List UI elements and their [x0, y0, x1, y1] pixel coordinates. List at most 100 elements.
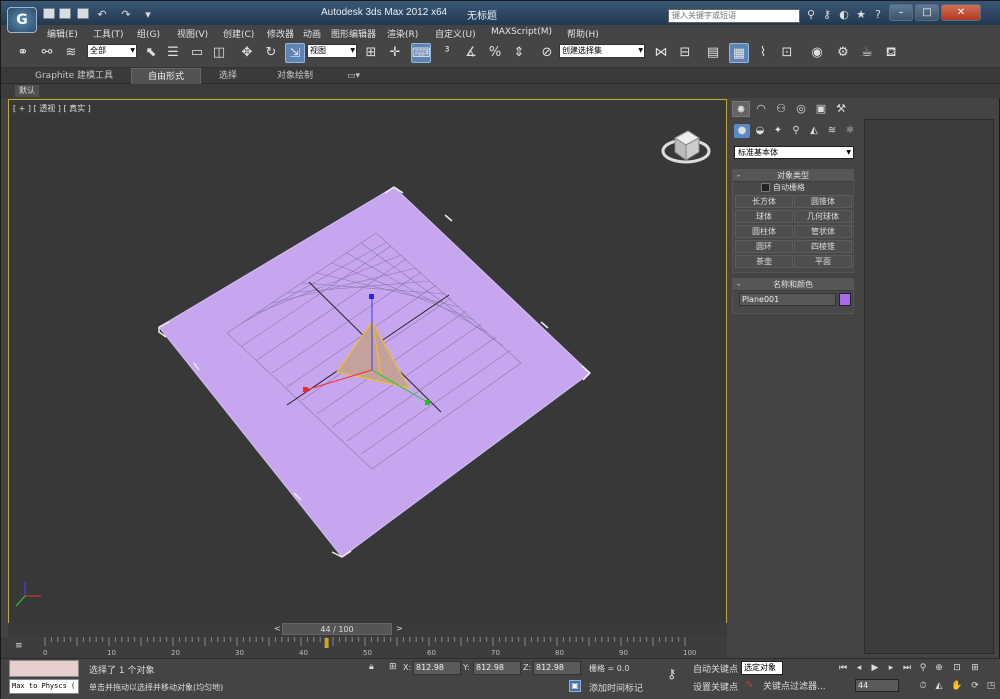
menu-view[interactable]: 视图(V): [177, 27, 208, 40]
zoom-all-icon[interactable]: ⊕: [933, 662, 945, 674]
angle-snap-icon[interactable]: ∡: [461, 43, 481, 63]
spinner-snap-icon[interactable]: ⇕: [509, 43, 529, 63]
go-to-end-icon[interactable]: ⏭: [901, 662, 913, 674]
maxscript-mini-listener[interactable]: Max to Physcs (: [9, 679, 79, 694]
maxscript-listener[interactable]: [9, 660, 79, 677]
select-object-icon[interactable]: ⬉: [141, 43, 161, 63]
schematic-view-icon[interactable]: ⊡: [777, 43, 797, 63]
zoom-extents-all-icon[interactable]: ⊞: [969, 662, 981, 674]
maximize-button[interactable]: □: [915, 4, 939, 21]
keyboard-shortcut-override-icon[interactable]: ⌨: [411, 43, 431, 63]
menu-customize[interactable]: 自定义(U): [435, 27, 476, 40]
viewcube-icon[interactable]: [661, 118, 711, 168]
geosphere-button[interactable]: 几何球体: [794, 210, 852, 223]
quick-access-menu-icon[interactable]: ▾: [141, 8, 155, 22]
sphere-button[interactable]: 球体: [735, 210, 793, 223]
lock-selection-icon[interactable]: 🔒︎: [369, 662, 374, 672]
torus-button[interactable]: 圆环: [735, 240, 793, 253]
go-to-start-icon[interactable]: ⏮: [837, 662, 849, 674]
binoculars-icon[interactable]: ⚲: [804, 8, 818, 22]
display-tab-icon[interactable]: ▣: [812, 101, 830, 117]
object-name-field[interactable]: Plane001: [739, 293, 836, 306]
name-color-header[interactable]: - 名称和颜色: [733, 279, 853, 291]
unlink-icon[interactable]: ⚯: [37, 43, 57, 63]
snaps-toggle-icon[interactable]: ³: [437, 43, 457, 63]
time-tag-icon[interactable]: ▣: [569, 680, 581, 692]
pivot-center-icon[interactable]: ⊞: [361, 43, 381, 63]
percent-snap-icon[interactable]: %: [485, 43, 505, 63]
set-key-icon[interactable]: ⚷: [667, 667, 677, 682]
redo-icon[interactable]: ↷: [119, 8, 133, 22]
subscription-icon[interactable]: ◐: [837, 8, 851, 22]
select-by-name-icon[interactable]: ☰: [163, 43, 183, 63]
utilities-tab-icon[interactable]: ⚒: [832, 101, 850, 117]
set-key-button[interactable]: 设置关键点: [693, 680, 738, 693]
lights-icon[interactable]: ✦: [770, 124, 786, 138]
app-logo-icon[interactable]: G: [7, 7, 37, 33]
menu-help[interactable]: 帮助(H): [567, 27, 599, 40]
add-time-tag[interactable]: 添加时间标记: [589, 681, 643, 694]
undo-icon[interactable]: ↶: [95, 8, 109, 22]
search-input[interactable]: 键入关键字或短语: [668, 9, 800, 23]
autogrid-checkbox[interactable]: [761, 183, 770, 192]
menu-graph-editors[interactable]: 图形编辑器: [331, 27, 376, 40]
time-slider[interactable]: 44 / 100: [282, 623, 392, 635]
render-setup-icon[interactable]: ⚙: [833, 43, 853, 63]
curve-editor-icon[interactable]: ⌇: [753, 43, 773, 63]
object-type-header[interactable]: - 对象类型: [733, 170, 853, 182]
key-filter-icon[interactable]: ∿: [745, 679, 753, 690]
menu-edit[interactable]: 编辑(E): [47, 27, 78, 40]
perspective-viewport[interactable]: [ + ] [ 透视 ] [ 真实 ]: [8, 99, 727, 626]
align-icon[interactable]: ⊟: [675, 43, 695, 63]
key-selection-dropdown[interactable]: 选定对象: [741, 661, 783, 675]
mirror-icon[interactable]: ⋈: [651, 43, 671, 63]
reference-coordinate-dropdown[interactable]: 视图: [307, 44, 357, 58]
play-icon[interactable]: ▶: [869, 662, 881, 674]
key-icon[interactable]: ⚷: [820, 8, 834, 22]
geometry-icon[interactable]: ●: [734, 124, 750, 138]
time-config-icon[interactable]: ⏱: [917, 680, 929, 692]
rectangular-selection-icon[interactable]: ▭: [187, 43, 207, 63]
x-coordinate-field[interactable]: 812.98: [413, 661, 461, 675]
favorites-star-icon[interactable]: ★: [854, 8, 868, 22]
select-rotate-icon[interactable]: ↻: [261, 43, 281, 63]
maximize-viewport-icon[interactable]: ◳: [985, 680, 997, 692]
menu-animation[interactable]: 动画: [303, 27, 321, 40]
spacewarps-icon[interactable]: ≋: [824, 124, 840, 138]
manipulate-icon[interactable]: ✛: [385, 43, 405, 63]
bind-spacewarp-icon[interactable]: ≋: [61, 43, 81, 63]
tab-graphite[interactable]: Graphite 建模工具: [29, 68, 119, 84]
menu-modifiers[interactable]: 修改器: [267, 27, 294, 40]
ribbon-options-icon[interactable]: ▭▾: [341, 68, 366, 84]
viewport-label[interactable]: [ + ] [ 透视 ] [ 真实 ]: [13, 103, 91, 114]
select-scale-icon[interactable]: ⇲: [285, 43, 305, 63]
cylinder-button[interactable]: 圆柱体: [735, 225, 793, 238]
box-button[interactable]: 长方体: [735, 195, 793, 208]
zoom-icon[interactable]: ⚲: [917, 662, 929, 674]
edit-named-selection-icon[interactable]: ⊘: [537, 43, 557, 63]
close-button[interactable]: ✕: [941, 4, 981, 21]
category-dropdown[interactable]: 标准基本体: [734, 146, 854, 159]
help-icon[interactable]: ?: [871, 8, 885, 22]
rendered-frame-icon[interactable]: ☕: [857, 43, 877, 63]
zoom-extents-icon[interactable]: ⊡: [951, 662, 963, 674]
pyramid-button[interactable]: 四棱锥: [794, 240, 852, 253]
y-coordinate-field[interactable]: 812.98: [473, 661, 521, 675]
menu-maxscript[interactable]: MAXScript(M): [491, 27, 552, 37]
material-editor-icon[interactable]: ◉: [807, 43, 827, 63]
previous-frame-icon[interactable]: ◂: [853, 662, 865, 674]
field-of-view-icon[interactable]: ◭: [933, 680, 945, 692]
save-file-icon[interactable]: [77, 8, 89, 19]
render-production-icon[interactable]: ⛾: [881, 43, 901, 63]
pan-icon[interactable]: ✋: [951, 680, 963, 692]
cone-button[interactable]: 圆锥体: [794, 195, 852, 208]
shapes-icon[interactable]: ◒: [752, 124, 768, 138]
link-icon[interactable]: ⚭: [13, 43, 33, 63]
modify-tab-icon[interactable]: ◠: [752, 101, 770, 117]
helpers-icon[interactable]: ◭: [806, 124, 822, 138]
z-coordinate-field[interactable]: 812.98: [533, 661, 581, 675]
selection-filter-dropdown[interactable]: 全部: [87, 44, 137, 58]
layer-manager-icon[interactable]: ▤: [703, 43, 723, 63]
plane-button[interactable]: 平面: [794, 255, 852, 268]
menu-group[interactable]: 组(G): [137, 27, 160, 40]
